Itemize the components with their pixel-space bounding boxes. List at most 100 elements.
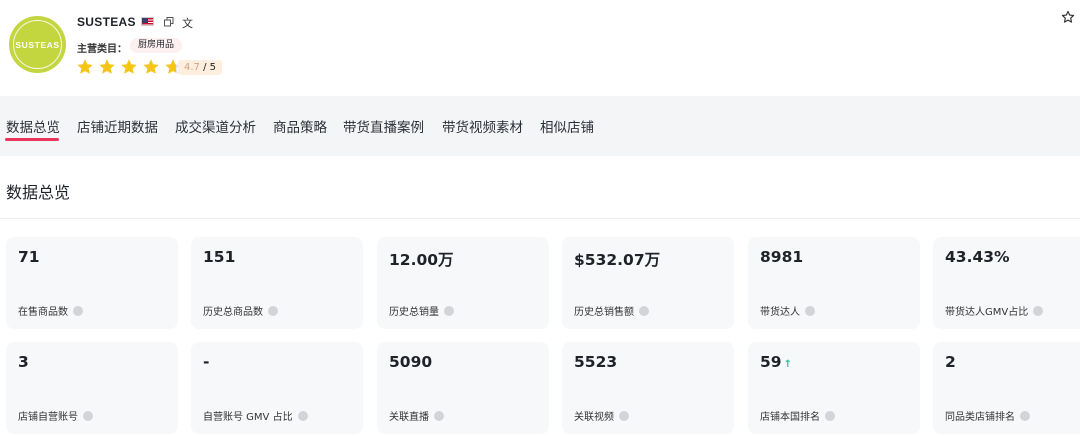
info-icon[interactable] bbox=[639, 305, 649, 316]
info-icon[interactable] bbox=[825, 410, 835, 421]
metric-card: 12.00万历史总销量 bbox=[377, 237, 549, 329]
info-icon[interactable] bbox=[73, 305, 83, 316]
metric-label-text: 店铺本国排名 bbox=[760, 412, 820, 423]
info-icon[interactable] bbox=[268, 305, 278, 316]
info-icon[interactable] bbox=[444, 305, 454, 316]
section-title: 数据总览 bbox=[6, 183, 71, 202]
metric-card: 2 同品类店铺排名 bbox=[933, 342, 1080, 434]
metric-value: $532.07万 bbox=[574, 248, 660, 270]
metric-value-text: 71 bbox=[18, 248, 40, 266]
logo-text: SUSTEAS bbox=[15, 39, 60, 50]
metric-value-text: - bbox=[203, 353, 210, 371]
metric-label: 带货达人 bbox=[760, 303, 815, 318]
metric-value-text: 3 bbox=[18, 353, 29, 371]
metric-label-text: 历史总销售额 bbox=[574, 307, 634, 318]
copy-icon[interactable] bbox=[164, 17, 174, 27]
metric-value-text: 59 bbox=[760, 353, 782, 371]
metric-label: 在售商品数 bbox=[18, 303, 83, 318]
metric-card: 5090 关联直播 bbox=[377, 342, 549, 434]
metric-label-text: 关联直播 bbox=[389, 412, 429, 423]
tab-product-strategy[interactable]: 商品策略 bbox=[273, 116, 327, 136]
metric-value: - bbox=[203, 353, 209, 371]
tab-channel-analysis[interactable]: 成交渠道分析 bbox=[175, 116, 256, 136]
tab-live-cases[interactable]: 带货直播案例 bbox=[343, 116, 424, 136]
metric-value-text: 43.43% bbox=[945, 248, 1010, 266]
info-icon[interactable] bbox=[1020, 410, 1030, 421]
translate-icon[interactable]: 文 bbox=[182, 15, 193, 31]
rating-badge: 4.7 / 5 bbox=[178, 60, 223, 75]
metric-label-text: 历史总商品数 bbox=[203, 307, 263, 318]
category-label: 主营类目： bbox=[77, 44, 127, 55]
info-icon[interactable] bbox=[805, 305, 815, 316]
metric-card: 8981 带货达人 bbox=[748, 237, 920, 329]
rating-value: 4.7 bbox=[184, 62, 200, 73]
tab-data-overview[interactable]: 数据总览 bbox=[6, 116, 60, 136]
metric-label-text: 带货达人GMV占比 bbox=[945, 307, 1029, 318]
metric-value: 5523 bbox=[574, 353, 617, 371]
metric-value-text: 151 bbox=[203, 248, 236, 266]
metric-label: 自营账号 GMV 占比 bbox=[203, 408, 308, 423]
metric-value: 2 bbox=[945, 353, 956, 371]
metric-card: 43.43% 带货达人GMV占比 bbox=[933, 237, 1080, 329]
tab-similar-shops[interactable]: 相似店铺 bbox=[540, 116, 594, 136]
metric-card: 151 历史总商品数 bbox=[191, 237, 363, 329]
metric-label-text: 自营账号 GMV 占比 bbox=[203, 412, 293, 423]
metric-value-text: 2 bbox=[945, 353, 956, 371]
rating-star-icon bbox=[143, 59, 159, 74]
metric-label: 关联视频 bbox=[574, 408, 629, 423]
metric-value-text: $532.07万 bbox=[574, 251, 661, 269]
shop-header: SUSTEAS SUSTEAS 文 主营类目： 厨房用品 4.7 / 5 bbox=[0, 0, 1080, 96]
metric-value: 71 bbox=[18, 248, 40, 266]
shop-logo: SUSTEAS bbox=[9, 16, 66, 73]
tab-recent-data[interactable]: 店铺近期数据 bbox=[77, 116, 158, 136]
rating-max: / 5 bbox=[203, 62, 217, 73]
active-tab-indicator bbox=[5, 138, 59, 141]
us-flag-icon bbox=[141, 17, 154, 26]
divider bbox=[0, 218, 1080, 219]
shop-name[interactable]: SUSTEAS bbox=[77, 15, 136, 29]
metric-value-text: 5090 bbox=[389, 353, 433, 371]
metric-label-text: 店铺自营账号 bbox=[18, 412, 78, 423]
metric-label: 同品类店铺排名 bbox=[945, 408, 1030, 423]
metric-card: $532.07万历史总销售额 bbox=[562, 237, 734, 329]
arrow-up-icon: ↑ bbox=[783, 359, 792, 370]
rating-star-icon bbox=[77, 59, 93, 74]
info-icon[interactable] bbox=[83, 410, 93, 421]
metric-label: 带货达人GMV占比 bbox=[945, 303, 1044, 318]
metric-label: 历史总销售额 bbox=[574, 303, 649, 318]
rating-star-icon bbox=[99, 59, 115, 74]
rating-stars bbox=[76, 58, 182, 76]
metric-card: 5523 关联视频 bbox=[562, 342, 734, 434]
metric-value: 12.00万 bbox=[389, 248, 454, 270]
rating-star-icon bbox=[121, 59, 137, 74]
info-icon[interactable] bbox=[434, 410, 444, 421]
star-outline-icon[interactable] bbox=[1061, 10, 1075, 24]
category-tag: 厨房用品 bbox=[130, 38, 183, 53]
metric-label-text: 历史总销量 bbox=[389, 307, 439, 318]
metric-label: 店铺自营账号 bbox=[18, 408, 93, 423]
metric-card: 3 店铺自营账号 bbox=[6, 342, 178, 434]
info-icon[interactable] bbox=[297, 410, 308, 421]
metric-value: 8981 bbox=[760, 248, 803, 266]
metric-value: 43.43% bbox=[945, 248, 1010, 266]
metric-value: 151 bbox=[203, 248, 235, 266]
metric-value: 59 ↑ bbox=[760, 353, 792, 371]
metric-label: 店铺本国排名 bbox=[760, 408, 835, 423]
tab-video-materials[interactable]: 带货视频素材 bbox=[442, 116, 523, 136]
metric-card: - 自营账号 GMV 占比 bbox=[191, 342, 363, 434]
metric-value-text: 8981 bbox=[760, 248, 804, 266]
metric-value-text: 5523 bbox=[574, 353, 618, 371]
tab-bar: 数据总览 店铺近期数据 成交渠道分析 商品策略 带货直播案例 带货视频素材 相似… bbox=[0, 96, 1080, 156]
metric-card: 59 ↑ 店铺本国排名 bbox=[748, 342, 920, 434]
metric-label: 历史总销量 bbox=[389, 303, 454, 318]
metric-label-text: 带货达人 bbox=[760, 307, 800, 318]
metric-label: 关联直播 bbox=[389, 408, 444, 423]
info-icon[interactable] bbox=[619, 410, 629, 421]
info-icon[interactable] bbox=[1033, 305, 1044, 316]
metric-value: 5090 bbox=[389, 353, 432, 371]
metric-card: 71 在售商品数 bbox=[6, 237, 178, 329]
metric-label-text: 在售商品数 bbox=[18, 307, 68, 318]
metric-label-text: 关联视频 bbox=[574, 412, 614, 423]
metric-value-text: 12.00万 bbox=[389, 251, 454, 269]
metric-label-text: 同品类店铺排名 bbox=[945, 412, 1015, 423]
